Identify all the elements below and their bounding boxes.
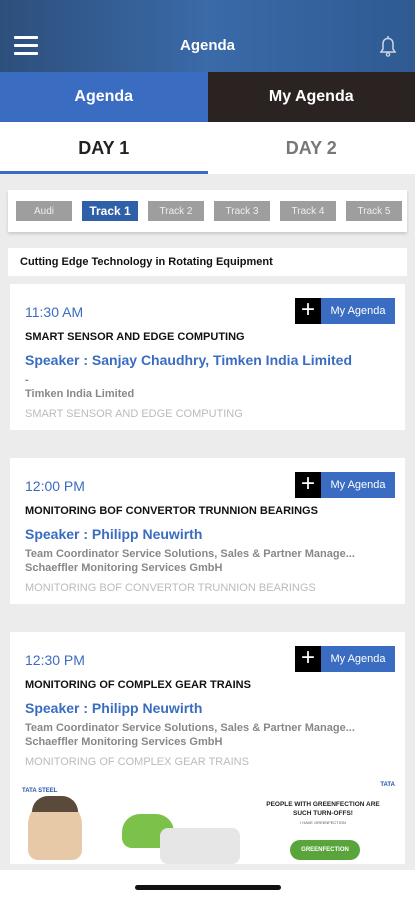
session-card[interactable]: 12:00 PM + My Agenda MONITORING BOF CONV… xyxy=(10,458,405,604)
tab-my-agenda[interactable]: My Agenda xyxy=(207,72,415,122)
my-agenda-label: My Agenda xyxy=(321,472,395,498)
tata-steel-logo: TATA STEEL xyxy=(22,788,58,794)
tab-agenda[interactable]: Agenda xyxy=(0,72,208,122)
speaker-designation: Team Coordinator Service Solutions, Sale… xyxy=(25,548,355,560)
speaker-designation: Team Coordinator Service Solutions, Sale… xyxy=(25,722,355,734)
track-2[interactable]: Track 2 xyxy=(148,201,204,221)
tata-logo: TATA xyxy=(380,782,395,788)
arm-image xyxy=(160,828,240,864)
session-subtitle: MONITORING OF COMPLEX GEAR TRAINS xyxy=(25,756,249,768)
plus-icon: + xyxy=(295,472,321,498)
page-title: Agenda xyxy=(179,37,235,54)
session-subtitle: MONITORING BOF CONVERTOR TRUNNION BEARIN… xyxy=(25,582,316,594)
session-subtitle: SMART SENSOR AND EDGE COMPUTING xyxy=(25,408,243,420)
session-card[interactable]: 11:30 AM + My Agenda SMART SENSOR AND ED… xyxy=(10,284,405,430)
banner-small-text: I HAVE GREENFECTION xyxy=(300,820,346,825)
agenda-content: Audi Track 1 Track 2 Track 3 Track 4 Tra… xyxy=(0,174,415,870)
my-agenda-label: My Agenda xyxy=(321,298,395,324)
tab-day-2[interactable]: DAY 2 xyxy=(208,122,415,174)
add-to-my-agenda-button[interactable]: + My Agenda xyxy=(295,646,395,672)
track-3[interactable]: Track 3 xyxy=(214,201,270,221)
session-title: MONITORING BOF CONVERTOR TRUNNION BEARIN… xyxy=(25,505,318,517)
speaker-designation: - xyxy=(25,374,29,386)
advertisement-banner[interactable]: TATA STEEL TATA PEOPLE WITH GREENFECTION… xyxy=(10,778,405,864)
speaker-company: Schaeffler Monitoring Services GmbH xyxy=(25,562,223,574)
track-audi[interactable]: Audi xyxy=(16,201,72,221)
session-time: 11:30 AM xyxy=(25,304,84,320)
home-indicator-area xyxy=(0,870,415,900)
track-selector: Audi Track 1 Track 2 Track 3 Track 4 Tra… xyxy=(8,190,407,232)
session-time: 12:30 PM xyxy=(25,652,85,668)
top-app-bar: Agenda xyxy=(0,0,415,72)
plus-icon: + xyxy=(295,646,321,672)
add-to-my-agenda-button[interactable]: + My Agenda xyxy=(295,298,395,324)
add-to-my-agenda-button[interactable]: + My Agenda xyxy=(295,472,395,498)
speaker-name[interactable]: Speaker : Sanjay Chaudhry, Timken India … xyxy=(25,352,352,368)
tab-day-1[interactable]: DAY 1 xyxy=(0,122,208,174)
session-time: 12:00 PM xyxy=(25,478,85,494)
session-title: MONITORING OF COMPLEX GEAR TRAINS xyxy=(25,679,251,691)
track-1[interactable]: Track 1 xyxy=(82,201,138,221)
session-title: SMART SENSOR AND EDGE COMPUTING xyxy=(25,331,245,343)
banner-badge: GREENFECTION xyxy=(290,840,360,860)
agenda-tabs: Agenda My Agenda xyxy=(0,72,415,122)
bell-icon[interactable] xyxy=(375,33,401,59)
banner-headline: PEOPLE WITH GREENFECTION ARE SUCH TURN-O… xyxy=(266,801,380,817)
my-agenda-label: My Agenda xyxy=(321,646,395,672)
home-indicator[interactable] xyxy=(135,885,281,890)
plus-icon: + xyxy=(295,298,321,324)
person-hair xyxy=(32,796,78,812)
speaker-company: Timken India Limited xyxy=(25,388,135,400)
speaker-company: Schaeffler Monitoring Services GmbH xyxy=(25,736,223,748)
topic-header: Cutting Edge Technology in Rotating Equi… xyxy=(8,248,407,276)
day-tabs: DAY 1 DAY 2 xyxy=(0,122,415,174)
session-card[interactable]: 12:30 PM + My Agenda MONITORING OF COMPL… xyxy=(10,632,405,778)
track-5[interactable]: Track 5 xyxy=(346,201,402,221)
speaker-name[interactable]: Speaker : Philipp Neuwirth xyxy=(25,526,202,542)
speaker-name[interactable]: Speaker : Philipp Neuwirth xyxy=(25,700,202,716)
track-4[interactable]: Track 4 xyxy=(280,201,336,221)
